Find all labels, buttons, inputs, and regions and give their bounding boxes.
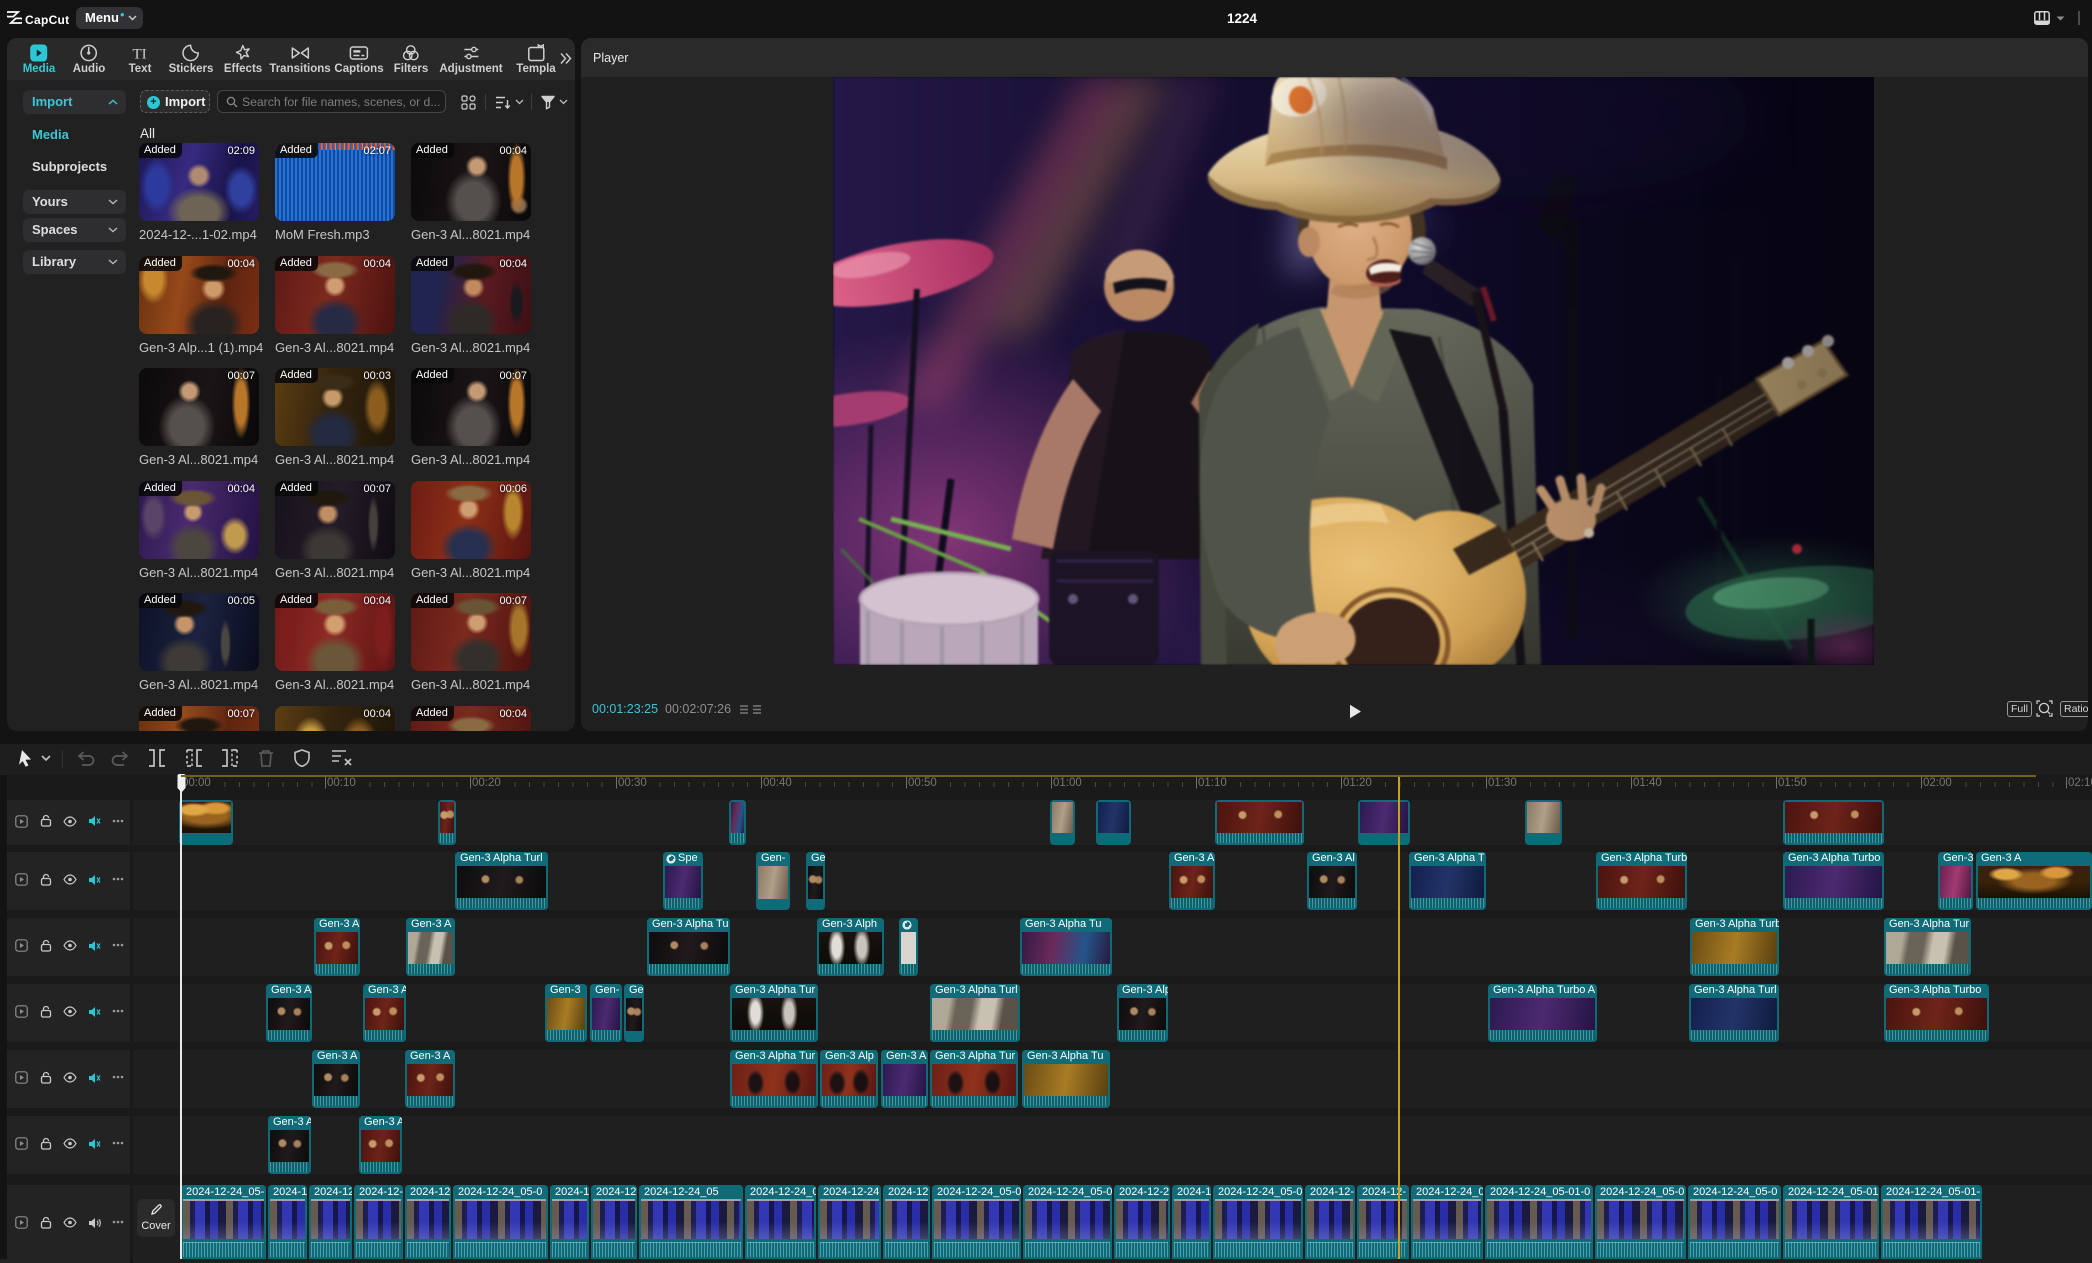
svg-text:TI: TI [133,47,147,63]
